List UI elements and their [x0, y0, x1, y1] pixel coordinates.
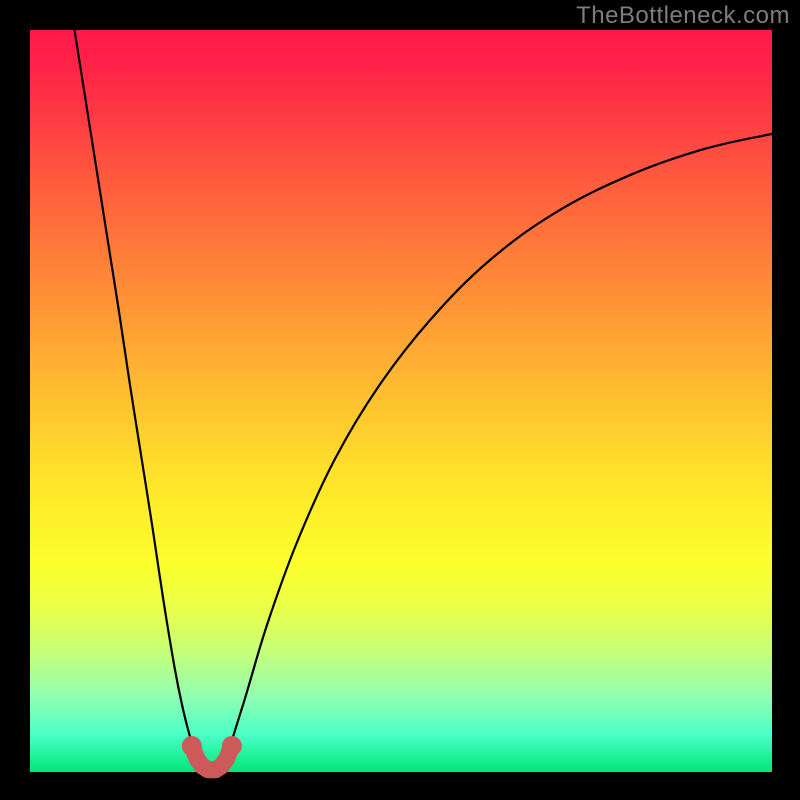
- watermark-text: TheBottleneck.com: [576, 2, 790, 30]
- valley-marker-dot: [222, 736, 242, 756]
- plot-background: [30, 30, 772, 772]
- chart-frame: TheBottleneck.com: [0, 0, 800, 800]
- chart-svg: [0, 0, 800, 800]
- valley-marker-dot: [182, 736, 202, 756]
